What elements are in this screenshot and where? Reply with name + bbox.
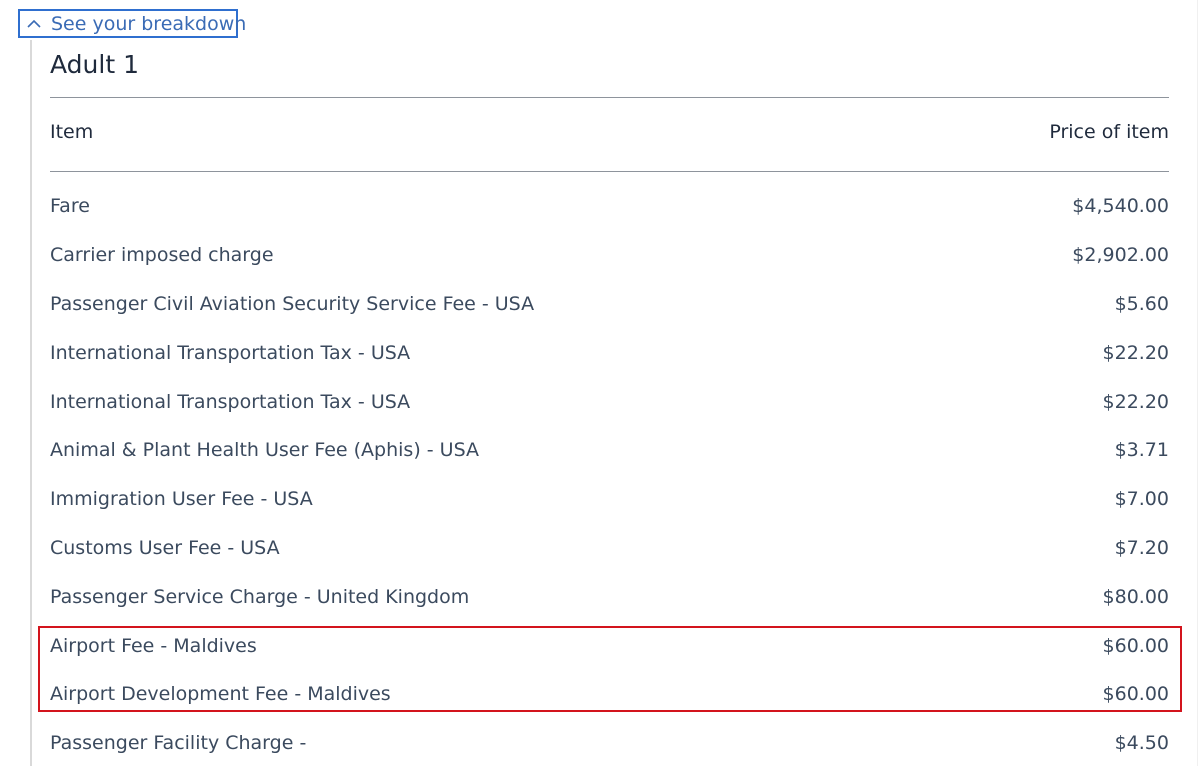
item-price: $3.71 — [1114, 439, 1169, 462]
panel-right-edge — [1197, 0, 1198, 766]
see-breakdown-label: See your breakdown — [51, 12, 247, 35]
table-row: Passenger Facility Charge - $4.50 — [50, 719, 1169, 768]
item-label: Carrier imposed charge — [50, 244, 274, 267]
item-label: Customs User Fee - USA — [50, 536, 280, 559]
item-price: $7.20 — [1114, 536, 1169, 559]
table-row: International Transportation Tax - USA $2… — [50, 328, 1169, 377]
item-label: Passenger Facility Charge - — [50, 732, 307, 755]
table-row: Immigration User Fee - USA $7.00 — [50, 475, 1169, 524]
column-header-price: Price of item — [1049, 121, 1169, 143]
item-price: $4.50 — [1114, 732, 1169, 755]
item-price: $60.00 — [1102, 634, 1169, 657]
item-price: $2,902.00 — [1072, 244, 1169, 267]
item-label: Airport Development Fee - Maldives — [50, 683, 391, 706]
see-breakdown-toggle[interactable]: See your breakdown — [18, 9, 246, 38]
table-row: Animal & Plant Health User Fee (Aphis) -… — [50, 426, 1169, 475]
divider-top — [50, 97, 1169, 98]
item-label: Passenger Service Charge - United Kingdo… — [50, 585, 470, 608]
table-row: Airport Development Fee - Maldives $60.00 — [50, 670, 1169, 719]
divider-header — [50, 171, 1169, 172]
item-price: $60.00 — [1102, 683, 1169, 706]
item-label: Immigration User Fee - USA — [50, 488, 313, 511]
item-label: Animal & Plant Health User Fee (Aphis) -… — [50, 439, 479, 462]
item-label: Airport Fee - Maldives — [50, 634, 257, 657]
table-row: International Transportation Tax - USA $2… — [50, 377, 1169, 426]
table-row: Fare $4,540.00 — [50, 182, 1169, 231]
item-price: $4,540.00 — [1072, 195, 1169, 218]
column-header-item: Item — [50, 121, 94, 143]
item-price: $5.60 — [1114, 292, 1169, 315]
table-row: Carrier imposed charge $2,902.00 — [50, 231, 1169, 280]
table-row: Passenger Service Charge - United Kingdo… — [50, 572, 1169, 621]
item-label: International Transportation Tax - USA — [50, 341, 411, 364]
item-label: Fare — [50, 195, 90, 218]
item-label: International Transportation Tax - USA — [50, 390, 411, 413]
item-label: Passenger Civil Aviation Security Servic… — [50, 292, 535, 315]
table-row: Airport Fee - Maldives $60.00 — [50, 621, 1169, 670]
item-price: $22.20 — [1102, 341, 1169, 364]
table-row: Passenger Civil Aviation Security Servic… — [50, 280, 1169, 329]
passenger-title: Adult 1 — [50, 50, 139, 79]
chevron-up-icon — [24, 14, 44, 34]
table-row: Customs User Fee - USA $7.20 — [50, 524, 1169, 573]
item-price: $22.20 — [1102, 390, 1169, 413]
breakdown-table-body: Fare $4,540.00 Carrier imposed charge $2,9… — [50, 182, 1169, 768]
item-price: $7.00 — [1114, 488, 1169, 511]
item-price: $80.00 — [1102, 585, 1169, 608]
panel-left-border — [30, 40, 32, 766]
